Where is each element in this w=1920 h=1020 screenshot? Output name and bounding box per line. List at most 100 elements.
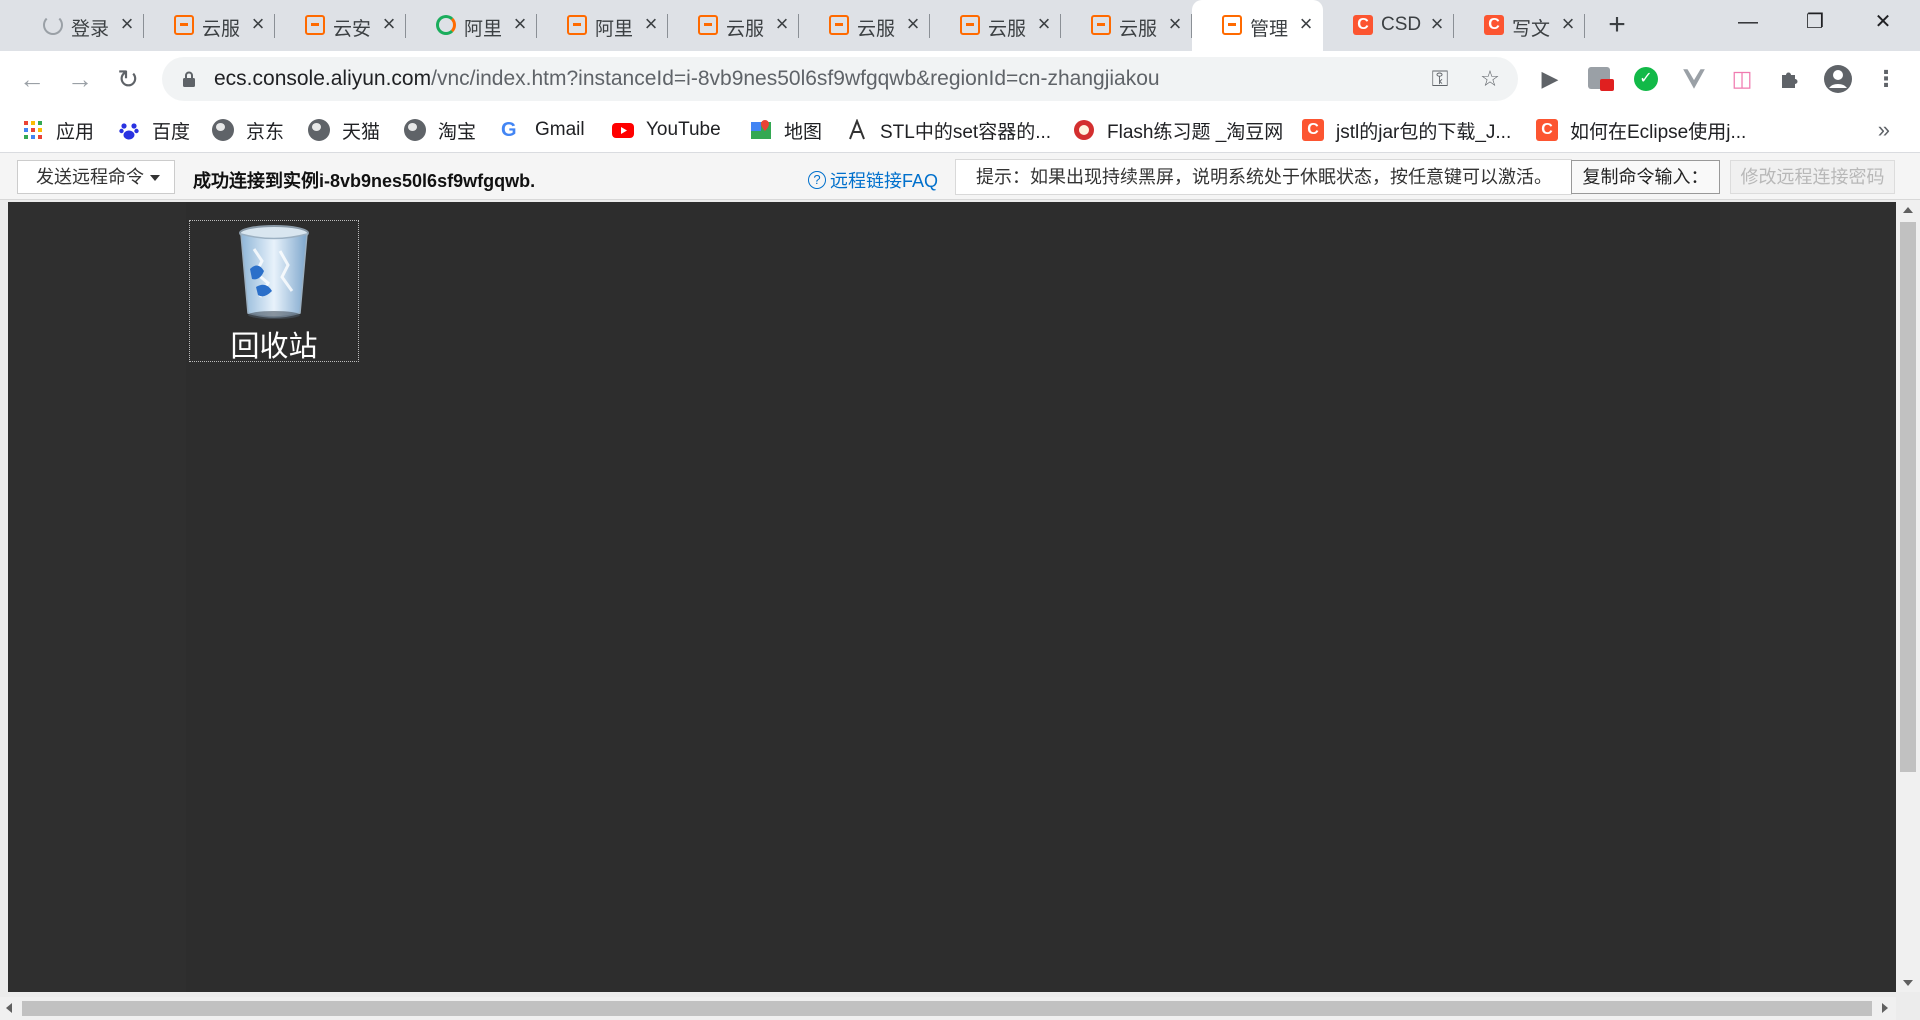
browser-tab[interactable]: 云服 × [1061,0,1192,51]
more-bookmarks-icon[interactable]: » [1878,117,1890,143]
close-tab-icon[interactable]: × [1295,13,1317,35]
csdn-icon: C [1536,119,1558,141]
tab-separator [1584,14,1585,38]
aliyun-icon [960,15,980,35]
bookmark-item[interactable]: 天猫 [308,116,380,144]
close-tab-icon[interactable]: × [902,13,924,35]
cast-icon[interactable]: ▶ [1536,65,1564,93]
bookmark-label: STL中的set容器的... [880,121,1052,143]
recycle-bin-shortcut[interactable]: 回收站 [189,220,359,363]
bookmark-label: 京东 [246,121,285,143]
bookmark-item[interactable]: STL中的set容器的... [846,116,1051,144]
faq-link[interactable]: ? 远程链接FAQ [808,167,938,193]
back-button[interactable]: ← [16,63,48,95]
vertical-scrollbar[interactable] [1896,200,1920,992]
vertical-scroll-thumb[interactable] [1900,222,1916,772]
close-tab-icon[interactable]: × [1164,13,1186,35]
browser-tab[interactable]: C 写文 × [1454,0,1585,51]
tab-title: 写文 [1512,19,1551,40]
bookmark-label: 如何在Eclipse使用j... [1570,121,1747,143]
browser-tab[interactable]: 云服 × [144,0,275,51]
browser-tab[interactable]: 云安 × [275,0,406,51]
bookmark-item[interactable]: YouTube [612,116,721,144]
caret-down-icon [150,175,160,181]
browser-tab[interactable]: 管理 × [1192,0,1323,51]
bookmark-item[interactable]: 淘宝 [404,116,476,144]
extensions-puzzle-icon[interactable] [1776,65,1804,93]
tab-title: 阿里 [464,19,503,40]
bilibili-icon[interactable]: ◫ [1728,65,1756,93]
horizontal-scrollbar[interactable] [0,997,1896,1020]
url-text[interactable]: ecs.console.aliyun.com/vnc/index.htm?ins… [214,67,1160,91]
bookmark-label: 淘宝 [438,121,477,143]
bookmark-item[interactable]: 应用 [22,116,94,144]
send-remote-command-label: 发送远程命令 [36,167,144,187]
scroll-right-icon[interactable] [1882,1003,1888,1013]
close-tab-icon[interactable]: × [116,13,138,35]
bookmark-label: 应用 [56,121,95,143]
change-remote-password-button[interactable]: 修改远程连接密码 [1730,160,1895,194]
bookmark-item[interactable]: 百度 [118,116,190,144]
csdn-icon: C [1353,15,1373,35]
close-tab-icon[interactable]: × [1033,13,1055,35]
aliyun-ring-icon [436,15,456,35]
close-tab-icon[interactable]: × [1557,13,1579,35]
close-window-button[interactable]: ✕ [1855,0,1911,44]
profile-avatar-icon[interactable] [1824,65,1852,93]
extension-red-badge-icon[interactable] [1586,65,1614,93]
address-bar[interactable]: ecs.console.aliyun.com/vnc/index.htm?ins… [162,57,1518,101]
scroll-up-icon[interactable] [1903,207,1913,213]
close-tab-icon[interactable]: × [247,13,269,35]
bookmark-item[interactable]: 地图 [750,116,822,144]
bookmark-item[interactable]: G Gmail [501,116,585,144]
tab-strip: 登录 × 云服 × 云安 × 阿里 × 阿里 × 云服 × 云服 × 云服 × 云服 × 管理 × C CSD × C 写文 × … [0,0,1920,51]
close-tab-icon[interactable]: × [771,13,793,35]
aliyun-icon [174,15,194,35]
bookmark-item[interactable]: Flash练习题 _淘豆网 [1073,116,1283,144]
bookmark-label: 地图 [784,121,823,143]
browser-menu-icon[interactable]: ⋮ [1872,65,1900,93]
browser-tab[interactable]: 阿里 × [406,0,537,51]
browser-tab[interactable]: 云服 × [668,0,799,51]
close-tab-icon[interactable]: × [640,13,662,35]
close-tab-icon[interactable]: × [1426,13,1448,35]
bookmark-label: jstl的jar包的下载_J... [1336,121,1512,143]
send-remote-command-dropdown[interactable]: 发送远程命令 [17,160,175,194]
bookmark-item[interactable]: Cjstl的jar包的下载_J... [1302,116,1511,144]
aliyun-icon [1222,15,1242,35]
browser-tab[interactable]: 云服 × [930,0,1061,51]
browser-tab[interactable]: C CSD × [1323,0,1454,51]
horizontal-scroll-thumb[interactable] [22,1001,1872,1016]
scroll-down-icon[interactable] [1903,980,1913,986]
close-tab-icon[interactable]: × [378,13,400,35]
tab-title: 阿里 [595,19,634,40]
recycle-bin-icon [239,225,309,319]
taodou-icon [1073,119,1095,141]
loading-spinner-icon [43,15,63,35]
maps-icon [750,119,772,141]
vnc-header: 发送远程命令 成功连接到实例i-8vb9nes50l6sf9wfgqwb. ? … [0,153,1920,200]
browser-tab[interactable]: 登录 × [13,0,144,51]
new-tab-button[interactable]: + [1603,10,1631,40]
browser-tab[interactable]: 阿里 × [537,0,668,51]
csdn-icon: C [1484,15,1504,35]
remote-desktop-canvas [186,202,1720,992]
reload-button[interactable]: ↻ [112,63,144,95]
key-icon[interactable]: ⚿ [1428,67,1452,91]
minimize-button[interactable]: — [1720,0,1776,44]
bookmark-item[interactable]: 京东 [212,116,284,144]
close-tab-icon[interactable]: × [509,13,531,35]
remote-desktop[interactable]: 回收站 [8,202,1896,992]
youtube-icon [612,119,634,141]
aliyun-icon [1091,15,1111,35]
forward-button[interactable]: → [64,63,96,95]
browser-tab[interactable]: 云服 × [799,0,930,51]
vue-devtools-icon[interactable] [1680,65,1708,93]
tab-title: 云安 [333,19,372,40]
extension-green-check-icon[interactable]: ✓ [1632,65,1660,93]
scroll-left-icon[interactable] [6,1003,12,1013]
bookmark-star-icon[interactable]: ☆ [1478,67,1502,91]
bookmark-item[interactable]: C 如何在Eclipse使用j... [1536,116,1746,144]
restore-button[interactable]: ❐ [1787,0,1843,44]
copy-command-button[interactable]: 复制命令输入： [1571,160,1720,194]
